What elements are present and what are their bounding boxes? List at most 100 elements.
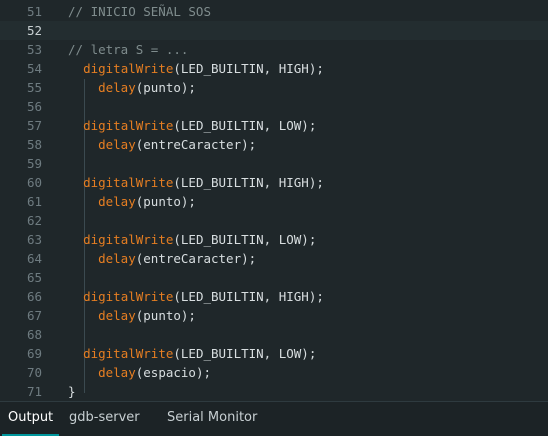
code-text: delay(espacio); (68, 363, 211, 382)
function-token: delay (98, 80, 136, 95)
tab-serial-monitor-label: Serial Monitor (167, 410, 258, 425)
code-line[interactable]: 63 digitalWrite(LED_BUILTIN, LOW); (0, 230, 548, 249)
line-number: 67 (26, 308, 42, 323)
comment-token: // INICIO SEÑAL SOS (68, 4, 211, 19)
code-token: (LED_BUILTIN, HIGH); (173, 61, 324, 76)
code-line[interactable]: 53 // letra S = ... (0, 40, 548, 59)
function-token: digitalWrite (83, 289, 174, 304)
code-text: digitalWrite(LED_BUILTIN, LOW); (68, 230, 316, 249)
code-line[interactable]: 51 // INICIO SEÑAL SOS (0, 2, 548, 21)
function-token: delay (98, 137, 136, 152)
code-token: (entreCaracter); (135, 137, 257, 152)
code-text: delay(punto); (68, 306, 196, 325)
code-text: delay(punto); (68, 192, 196, 211)
line-number: 68 (26, 327, 42, 342)
code-line[interactable]: 64 delay(entreCaracter); (0, 249, 548, 268)
line-number: 71 (26, 384, 42, 399)
function-token: digitalWrite (83, 175, 174, 190)
code-text: } (68, 382, 76, 401)
code-text: delay(entreCaracter); (68, 135, 256, 154)
code-token: (entreCaracter); (135, 251, 257, 266)
code-line[interactable]: 66 digitalWrite(LED_BUILTIN, HIGH); (0, 287, 548, 306)
code-token: (punto); (135, 308, 196, 323)
code-text: delay(punto); (68, 78, 196, 97)
code-line[interactable]: 60 digitalWrite(LED_BUILTIN, HIGH); (0, 173, 548, 192)
line-number: 56 (26, 99, 42, 114)
code-token: (punto); (135, 80, 196, 95)
code-line[interactable]: 70 delay(espacio); (0, 363, 548, 382)
line-number: 65 (26, 270, 42, 285)
line-number: 58 (26, 137, 42, 152)
code-token: (LED_BUILTIN, LOW); (173, 232, 317, 247)
tab-gdb-server-label: gdb-server (69, 410, 140, 425)
line-number: 66 (26, 289, 42, 304)
function-token: digitalWrite (83, 232, 174, 247)
line-number: 62 (26, 213, 42, 228)
bottom-panel: Output gdb-server Serial Monitor (0, 402, 548, 436)
code-line[interactable]: 71} (0, 382, 548, 401)
line-number: 59 (26, 156, 42, 171)
code-token: (LED_BUILTIN, LOW); (173, 118, 317, 133)
code-line[interactable]: 52 (0, 21, 548, 40)
line-number: 51 (26, 4, 42, 19)
function-token: delay (98, 251, 136, 266)
code-line[interactable]: 58 delay(entreCaracter); (0, 135, 548, 154)
function-token: digitalWrite (83, 118, 174, 133)
line-number: 69 (26, 346, 42, 361)
tab-serial-monitor[interactable]: Serial Monitor (167, 402, 257, 436)
code-token: } (68, 384, 76, 399)
code-line[interactable]: 62 (0, 211, 548, 230)
tab-output[interactable]: Output (1, 402, 60, 436)
code-line[interactable]: 57 digitalWrite(LED_BUILTIN, LOW); (0, 116, 548, 135)
line-number: 54 (26, 61, 42, 76)
code-line[interactable]: 59 (0, 154, 548, 173)
function-token: delay (98, 194, 136, 209)
line-number: 60 (26, 175, 42, 190)
line-number: 70 (26, 365, 42, 380)
code-text: digitalWrite(LED_BUILTIN, HIGH); (68, 173, 324, 192)
code-text: delay(entreCaracter); (68, 249, 256, 268)
code-line[interactable]: 67 delay(punto); (0, 306, 548, 325)
code-text: digitalWrite(LED_BUILTIN, HIGH); (68, 59, 324, 78)
code-text: digitalWrite(LED_BUILTIN, HIGH); (68, 287, 324, 306)
code-line[interactable]: 69 digitalWrite(LED_BUILTIN, LOW); (0, 344, 548, 363)
code-editor[interactable]: 51 // INICIO SEÑAL SOS 52 53 // letra S = ..… (0, 0, 548, 401)
code-line[interactable]: 56 (0, 97, 548, 116)
code-token: (LED_BUILTIN, LOW); (173, 346, 317, 361)
line-number: 53 (26, 42, 42, 57)
comment-token: // letra S = ... (68, 42, 189, 57)
function-token: digitalWrite (83, 346, 174, 361)
code-token: (LED_BUILTIN, HIGH); (173, 289, 324, 304)
function-token: delay (98, 365, 136, 380)
function-token: digitalWrite (83, 61, 174, 76)
code-text: // INICIO SEÑAL SOS (68, 2, 211, 21)
code-text: digitalWrite(LED_BUILTIN, LOW); (68, 344, 316, 363)
code-line[interactable]: 61 delay(punto); (0, 192, 548, 211)
line-number: 64 (26, 251, 42, 266)
line-number: 61 (26, 194, 42, 209)
code-line[interactable]: 68 (0, 325, 548, 344)
code-text: // letra S = ... (68, 40, 188, 59)
code-token: (punto); (135, 194, 196, 209)
code-line[interactable]: 55 delay(punto); (0, 78, 548, 97)
line-number: 57 (26, 118, 42, 133)
tab-gdb-server[interactable]: gdb-server (69, 402, 140, 436)
tab-output-label: Output (8, 410, 54, 425)
line-number: 63 (26, 232, 42, 247)
code-line[interactable]: 54 digitalWrite(LED_BUILTIN, HIGH); (0, 59, 548, 78)
code-line[interactable]: 65 (0, 268, 548, 287)
code-token: (LED_BUILTIN, HIGH); (173, 175, 324, 190)
function-token: delay (98, 308, 136, 323)
